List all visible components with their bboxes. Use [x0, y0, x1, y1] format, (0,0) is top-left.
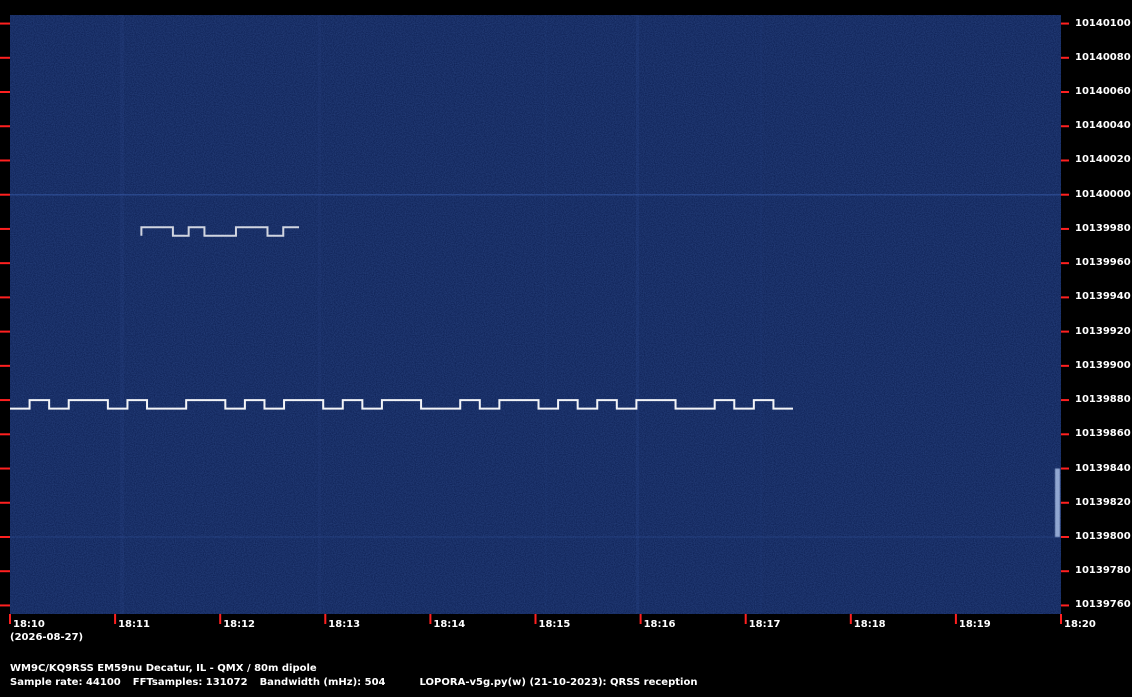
- x-tick-label: 18:11: [118, 619, 150, 630]
- x-tick-label: 18:16: [643, 619, 676, 630]
- y-tick-label: 10140100: [1075, 17, 1131, 29]
- fft-samples: FFTsamples: 131072: [132, 677, 248, 688]
- y-tick-label: 10139920: [1075, 325, 1131, 337]
- vertical-artifact: [545, 15, 547, 614]
- y-tick-label: 10139900: [1075, 359, 1131, 371]
- y-tick-label: 10140020: [1075, 154, 1131, 166]
- y-tick-label: 10139880: [1075, 394, 1131, 406]
- y-tick-label: 10139860: [1075, 428, 1131, 440]
- x-axis-date: (2026-08-27): [10, 632, 84, 643]
- x-tick-label: 18:12: [223, 619, 256, 630]
- y-tick-label: 10140080: [1075, 51, 1131, 63]
- y-tick-label: 10140000: [1075, 188, 1131, 200]
- x-tick-label: 18:14: [433, 619, 466, 630]
- signal-burst: [1055, 468, 1060, 537]
- spectrogram-chart: [0, 15, 1069, 624]
- y-tick-label: 10139760: [1075, 599, 1131, 611]
- vertical-artifact: [318, 15, 321, 614]
- software-version: LOPORA-v5g.py(w) (21-10-2023): QRSS rece…: [419, 677, 698, 688]
- x-tick-label: 18:13: [328, 619, 361, 630]
- y-tick-label: 10140060: [1075, 86, 1131, 97]
- x-tick-label: 18:10: [13, 619, 45, 630]
- footer-info: WM9C/KQ9RSS EM59nu Decatur, IL - QMX / 8…: [10, 662, 697, 690]
- vertical-artifact: [760, 15, 762, 614]
- y-tick-label: 10139840: [1075, 462, 1131, 474]
- params-line: Sample rate: 44100 FFTsamples: 131072 Band…: [10, 676, 697, 690]
- vertical-artifact: [120, 15, 124, 614]
- y-tick-label: 10140040: [1075, 120, 1131, 132]
- x-tick-label: 18:19: [958, 619, 991, 630]
- x-axis-ticks: [9, 614, 1062, 624]
- y-tick-label: 10139940: [1075, 291, 1131, 303]
- y-tick-label: 10139820: [1075, 496, 1131, 508]
- y-tick-label: 10139800: [1075, 530, 1131, 542]
- station-line: WM9C/KQ9RSS EM59nu Decatur, IL - QMX / 8…: [10, 663, 317, 674]
- x-tick-label: 18:18: [853, 619, 886, 630]
- sample-rate: Sample rate: 44100: [10, 677, 121, 688]
- x-tick-label: 18:15: [538, 619, 571, 630]
- vertical-artifact: [636, 15, 639, 614]
- y-tick-label: 10139960: [1075, 257, 1131, 269]
- noise-texture: [10, 15, 1061, 614]
- x-tick-label: 18:17: [748, 619, 781, 630]
- x-tick-label: 18:20: [1064, 619, 1096, 630]
- bandwidth: Bandwidth (mHz): 504: [259, 677, 386, 688]
- y-tick-label: 10139780: [1075, 565, 1131, 577]
- y-tick-label: 10139980: [1075, 222, 1131, 234]
